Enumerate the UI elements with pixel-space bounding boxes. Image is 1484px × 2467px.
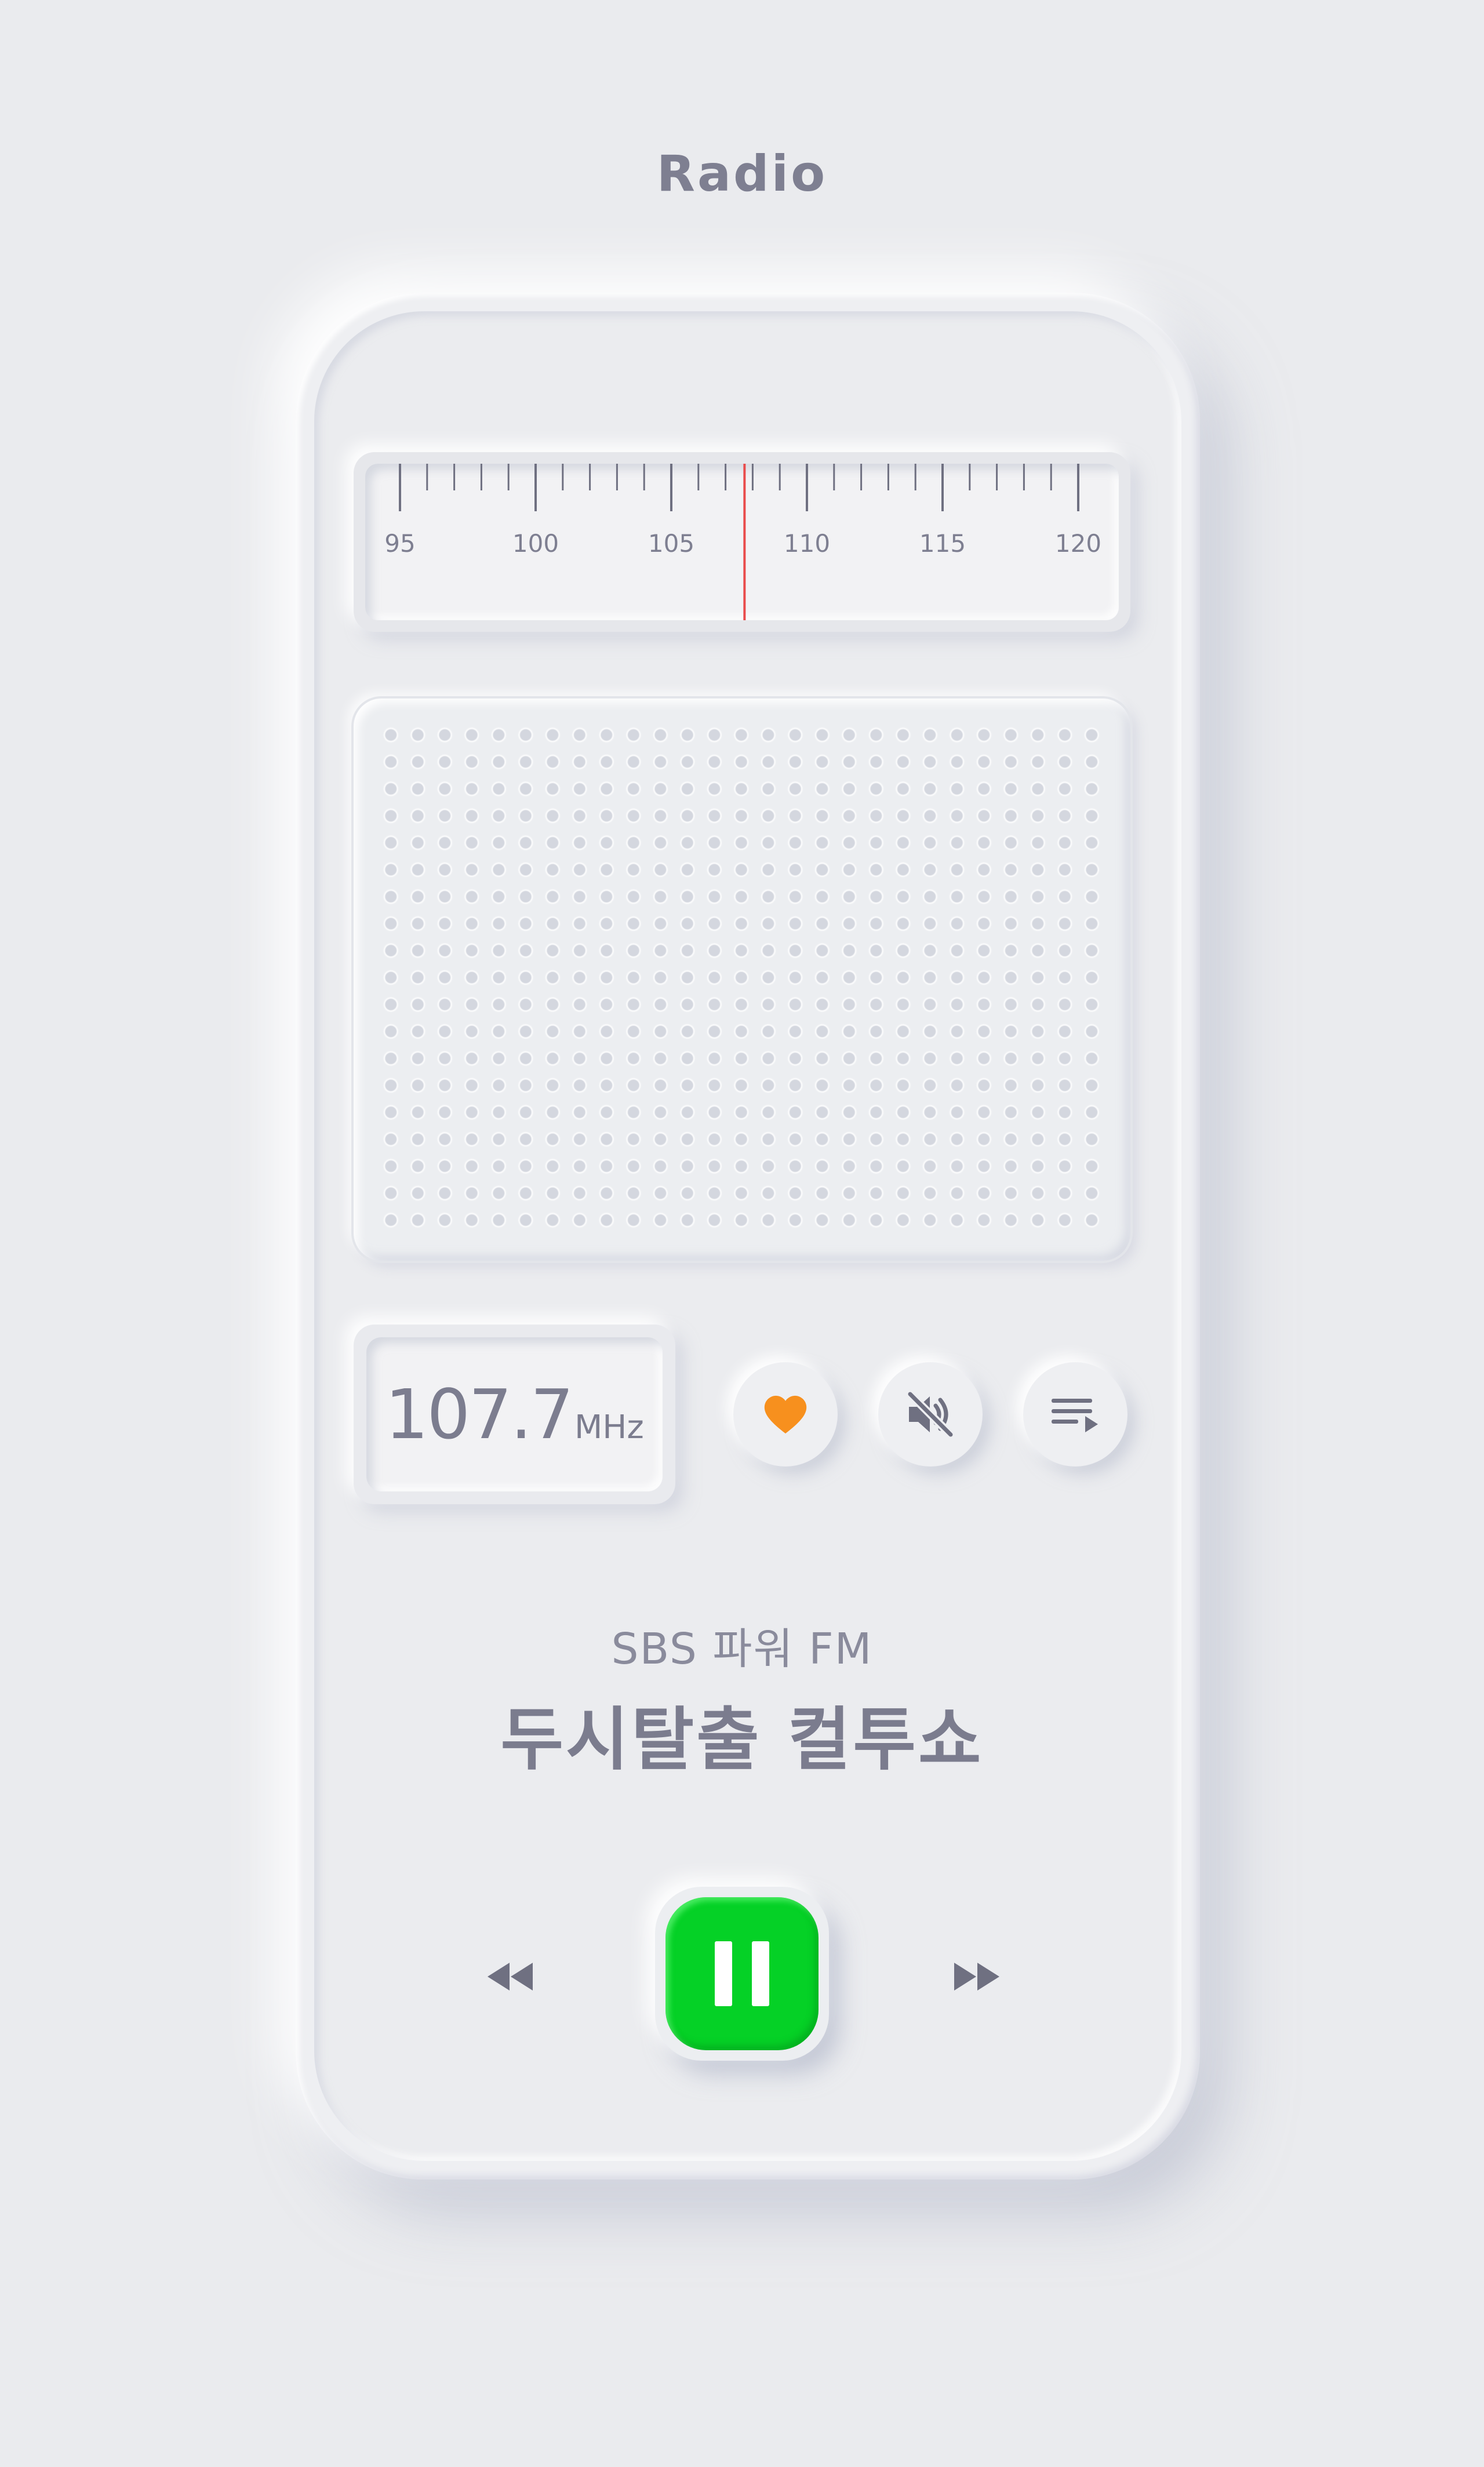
mute-button[interactable] (878, 1362, 983, 1467)
speaker-holes (377, 722, 1107, 1238)
fast-forward-icon (954, 1963, 999, 1991)
frequency-display: 107.7MHz (354, 1325, 675, 1504)
heart-icon (764, 1395, 807, 1433)
frequency-window: 107.7MHz (366, 1337, 663, 1491)
tuner-scale-label: 115 (919, 529, 966, 558)
station-name: SBS 파워 FM (611, 1624, 873, 1674)
tuner-window: 95 100 105 110 115 120 (365, 464, 1119, 620)
play-pause-face (665, 1897, 819, 2050)
speaker-grille (354, 698, 1130, 1261)
frequency-value: 107.7 (385, 1374, 574, 1454)
play-pause-button[interactable] (655, 1887, 829, 2061)
tuner-scale: 95 100 105 110 115 120 (384, 464, 1101, 620)
speaker-muted-icon (906, 1390, 955, 1439)
tuner-scale-label: 105 (648, 529, 694, 558)
frequency-unit: MHz (574, 1409, 644, 1446)
tuner-scale-label: 110 (784, 529, 830, 558)
rewind-icon (488, 1963, 533, 1991)
rewind-button[interactable] (478, 1948, 542, 2006)
program-title: 두시탈출 컬투쇼 (500, 1700, 984, 1780)
fast-forward-button[interactable] (945, 1948, 1009, 2006)
page-title: Radio (656, 145, 828, 203)
tuner-scale-label: 120 (1055, 529, 1101, 558)
tuner-dial[interactable]: 95 100 105 110 115 120 (354, 452, 1130, 632)
playlist-icon (1052, 1399, 1098, 1432)
playlist-button[interactable] (1023, 1362, 1127, 1467)
tuner-scale-label: 100 (512, 529, 559, 558)
favorite-button[interactable] (733, 1362, 838, 1467)
pause-icon (715, 1941, 769, 2006)
tuner-scale-label: 95 (384, 529, 415, 558)
